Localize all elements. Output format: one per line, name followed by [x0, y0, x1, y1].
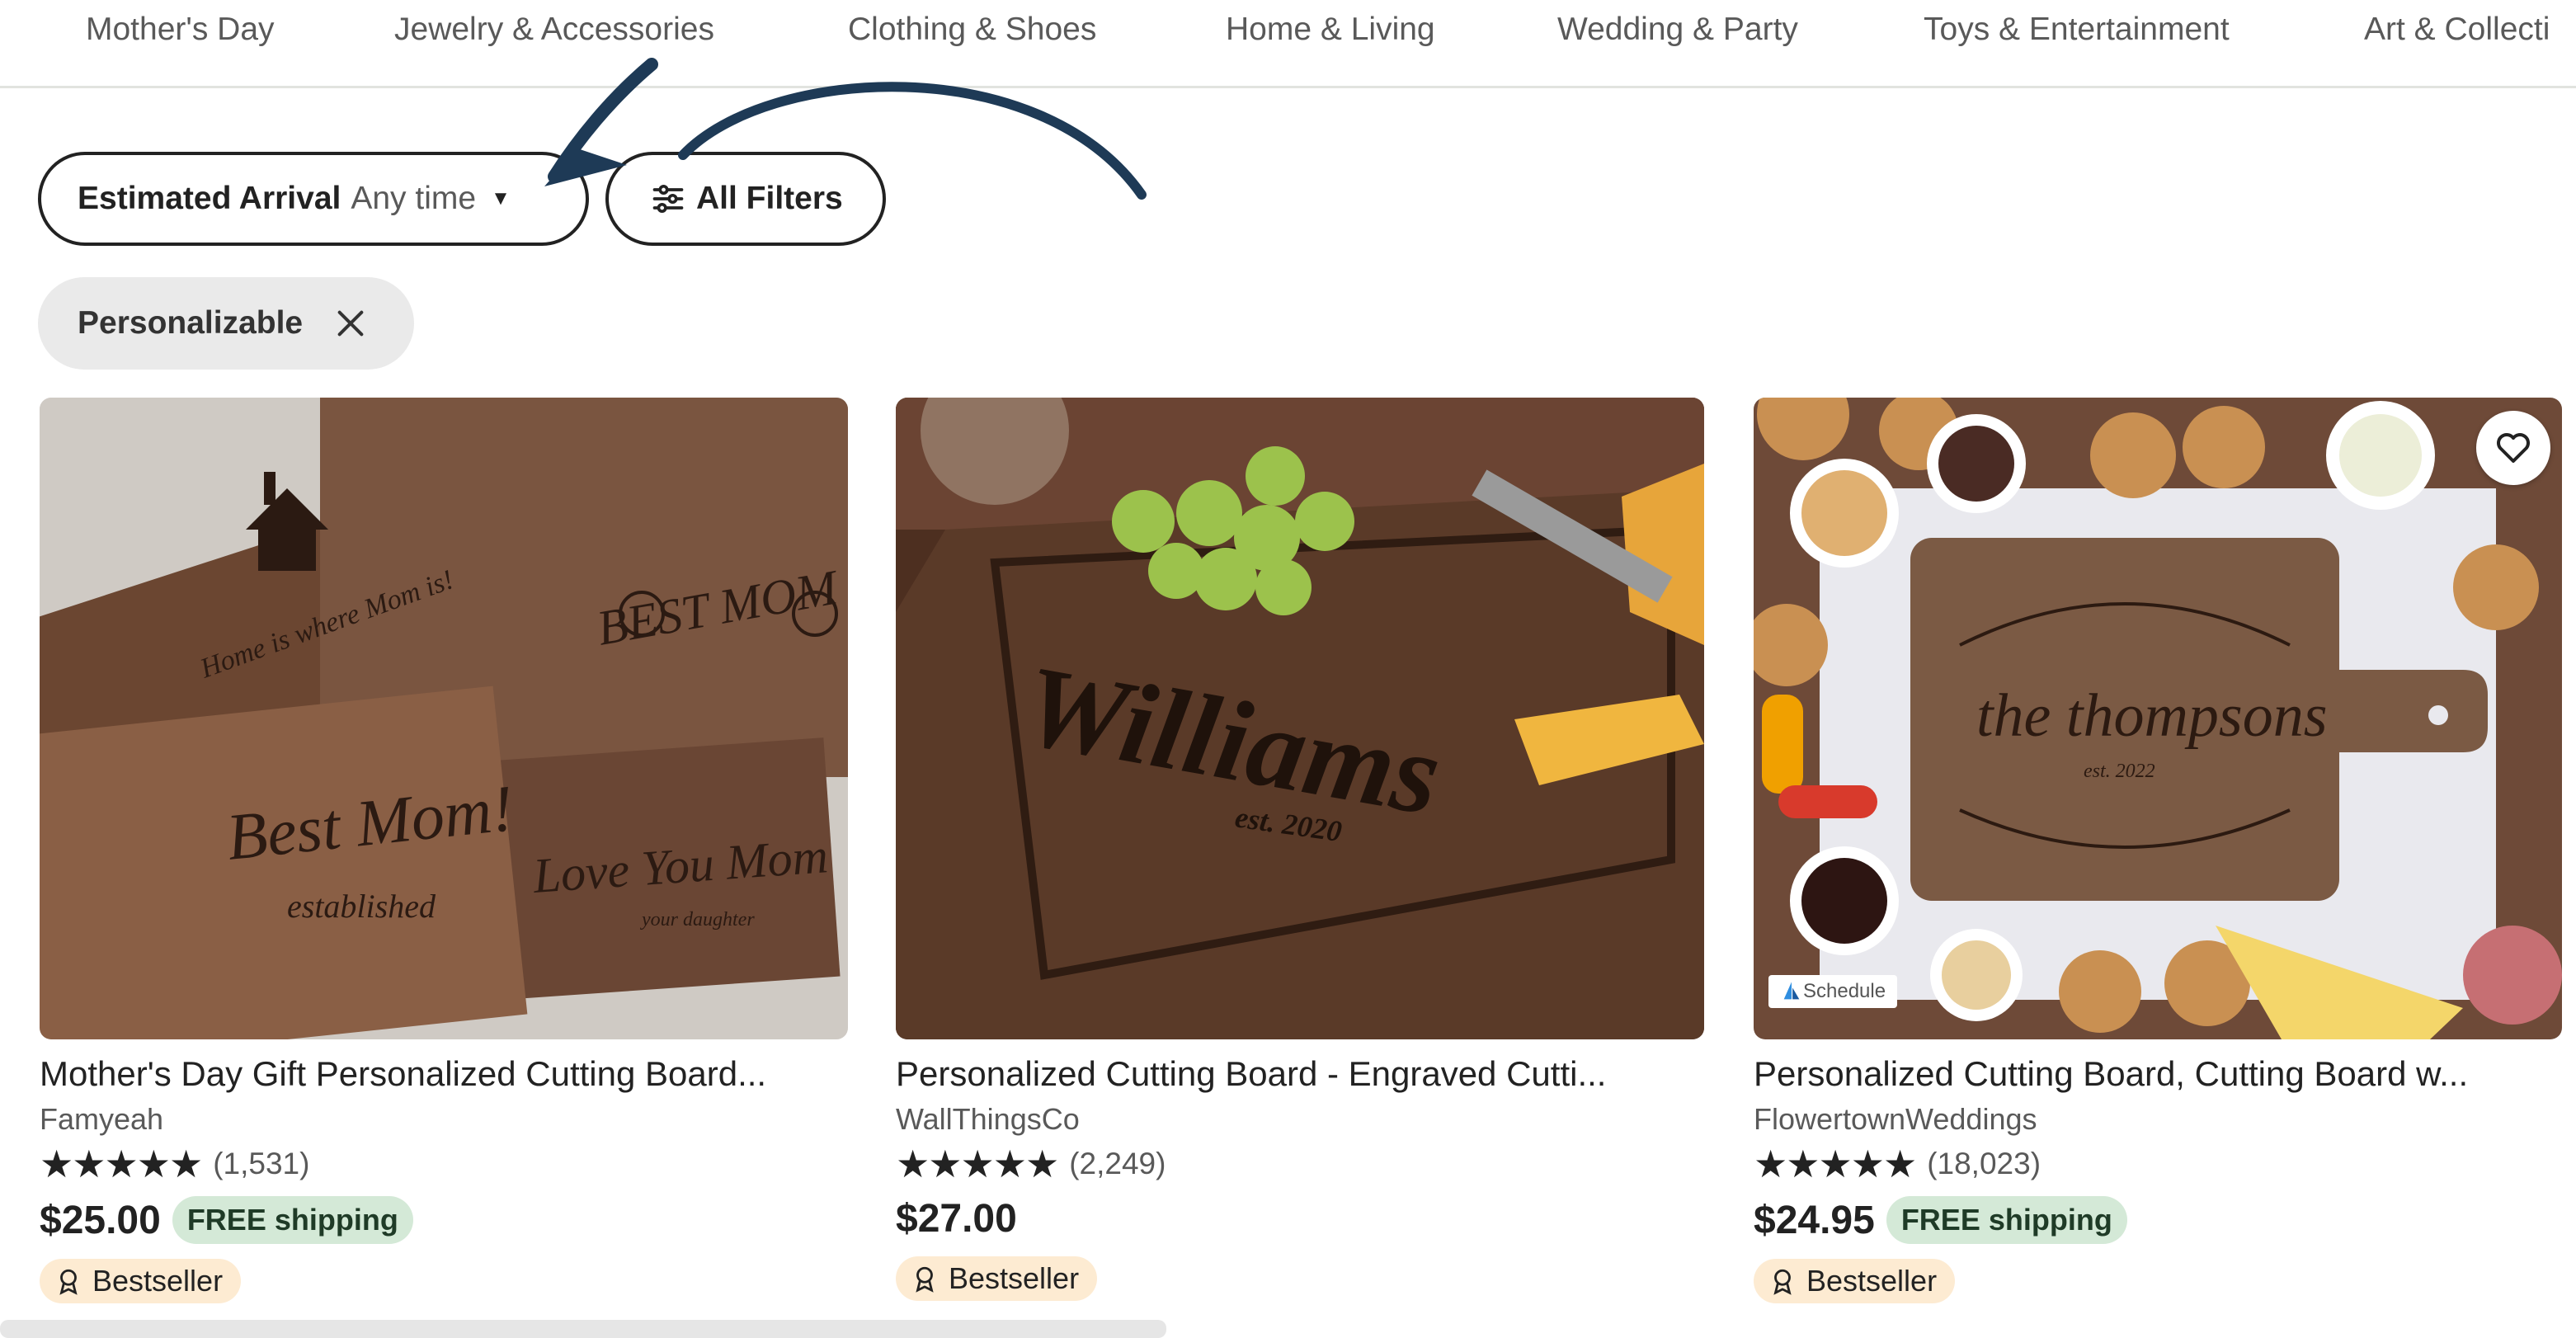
price-row: $25.00 FREE shipping [40, 1196, 848, 1244]
product-image[interactable]: Williams est. 2020 [896, 398, 1704, 1039]
heart-icon [2497, 433, 2530, 463]
svg-text:established: established [287, 888, 436, 925]
category-jewelry-accessories[interactable]: Jewelry & Accessories [394, 12, 714, 48]
category-wedding-party[interactable]: Wedding & Party [1557, 12, 1798, 48]
product-title[interactable]: Personalized Cutting Board - Engraved Cu… [896, 1054, 1704, 1094]
chip-label: Personalizable [78, 305, 304, 341]
category-mothers-day[interactable]: Mother's Day [86, 12, 275, 48]
svg-text:your daughter: your daughter [640, 909, 755, 930]
rating: ★★★★★ (2,249) [896, 1145, 1704, 1183]
product-card[interactable]: Williams est. 2020 Personalized Cutting … [896, 398, 1704, 1301]
award-icon [1773, 1269, 1792, 1295]
category-clothing-shoes[interactable]: Clothing & Shoes [848, 12, 1096, 48]
star-rating-icon: ★★★★★ [1754, 1142, 1917, 1185]
badge-label: Bestseller [1806, 1264, 1938, 1298]
award-icon [916, 1266, 934, 1293]
price: $25.00 [40, 1198, 161, 1242]
sliders-icon [652, 184, 684, 214]
category-toys-entertainment[interactable]: Toys & Entertainment [1924, 12, 2230, 48]
estimated-arrival-label: Estimated Arrival [78, 181, 341, 216]
badge-label: Bestseller [949, 1261, 1080, 1295]
star-rating-icon: ★★★★★ [896, 1142, 1059, 1185]
favorite-heart-button[interactable] [2476, 411, 2550, 485]
category-home-living[interactable]: Home & Living [1226, 12, 1435, 48]
svg-text:est. 2022: est. 2022 [2084, 761, 2155, 782]
schedule-label: Schedule [1803, 980, 1886, 1002]
review-count: (18,023) [1927, 1147, 2041, 1180]
bestseller-badge: Bestseller [1754, 1259, 1956, 1303]
price: $27.00 [896, 1197, 1017, 1241]
rating: ★★★★★ (1,531) [40, 1145, 848, 1183]
review-count: (2,249) [1069, 1147, 1166, 1180]
free-shipping-badge: FREE shipping [1886, 1196, 2127, 1244]
category-nav: Mother's Day Jewelry & Accessories Cloth… [0, 0, 2576, 88]
product-title[interactable]: Personalized Cutting Board, Cutting Boar… [1754, 1054, 2562, 1094]
free-shipping-badge: FREE shipping [172, 1196, 413, 1244]
estimated-arrival-dropdown[interactable]: Estimated Arrival Any time ▼ [38, 152, 589, 246]
star-rating-icon: ★★★★★ [40, 1142, 203, 1185]
award-icon [59, 1269, 78, 1295]
bestseller-badge: Bestseller [896, 1256, 1098, 1301]
personalizable-filter-chip[interactable]: Personalizable [38, 277, 414, 370]
caret-down-icon: ▼ [491, 187, 511, 210]
sail-icon [1783, 982, 1800, 1000]
all-filters-label: All Filters [696, 181, 843, 216]
product-card[interactable]: the thompsons est. 2022 Schedule Persona… [1754, 398, 2562, 1303]
schedule-overlay[interactable]: Schedule [1768, 975, 1898, 1008]
shop-name[interactable]: WallThingsCo [896, 1102, 1704, 1137]
shop-name[interactable]: Famyeah [40, 1102, 848, 1137]
category-art-collectibles[interactable]: Art & Collecti [2364, 12, 2550, 48]
svg-text:the thompsons: the thompsons [1976, 682, 2328, 750]
badge-label: Bestseller [92, 1264, 224, 1298]
product-image[interactable]: the thompsons est. 2022 Schedule [1754, 398, 2562, 1039]
review-count: (1,531) [213, 1147, 310, 1180]
product-image[interactable]: Home is where Mom is! BEST MOM Best Mom!… [40, 398, 848, 1039]
horizontal-scrollbar[interactable] [0, 1320, 1166, 1338]
rating: ★★★★★ (18,023) [1754, 1145, 2562, 1183]
shop-name[interactable]: FlowertownWeddings [1754, 1102, 2562, 1137]
price-row: $24.95 FREE shipping [1754, 1196, 2562, 1244]
close-icon[interactable] [334, 307, 367, 340]
price-row: $27.00 [896, 1196, 1704, 1241]
bestseller-badge: Bestseller [40, 1259, 242, 1303]
price: $24.95 [1754, 1198, 1875, 1242]
product-title[interactable]: Mother's Day Gift Personalized Cutting B… [40, 1054, 848, 1094]
estimated-arrival-value: Any time [351, 181, 477, 216]
all-filters-button[interactable]: All Filters [605, 152, 886, 246]
product-card[interactable]: Home is where Mom is! BEST MOM Best Mom!… [40, 398, 848, 1303]
